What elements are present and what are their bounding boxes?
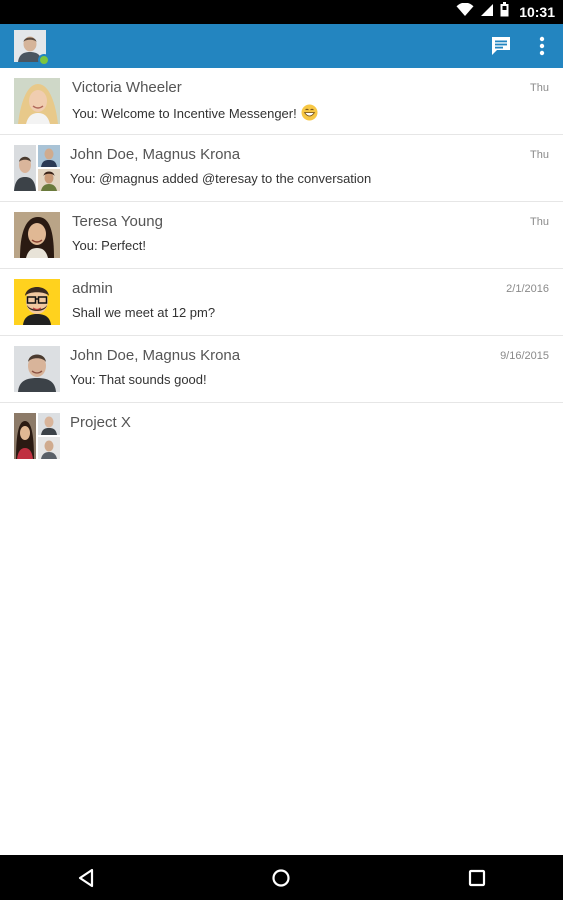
- wifi-icon: [456, 2, 474, 22]
- conversation-item[interactable]: Project X: [0, 403, 563, 470]
- presence-indicator: [38, 54, 50, 66]
- contact-avatar: [14, 212, 60, 258]
- recents-icon: [468, 869, 486, 887]
- conversation-preview: You: Welcome to Incentive Messenger!: [72, 104, 318, 121]
- contact-avatar: [14, 346, 60, 392]
- home-button[interactable]: [268, 865, 294, 891]
- avatar-photo-icon: [14, 346, 60, 392]
- conversation-title: Victoria Wheeler: [72, 79, 182, 96]
- conversation-date: Thu: [530, 149, 549, 161]
- conversation-preview: You: Perfect!: [72, 238, 146, 253]
- conversation-preview: Shall we meet at 12 pm?: [72, 305, 216, 320]
- group-avatar-icon: [14, 145, 60, 191]
- conversation-item[interactable]: Teresa Young You: Perfect! Thu: [0, 202, 563, 269]
- conversation-title: John Doe, Magnus Krona: [70, 146, 241, 163]
- clock: 10:31: [519, 4, 555, 20]
- conversation-preview: You: @magnus added @teresay to the conve…: [70, 171, 372, 186]
- status-bar: 10:31: [0, 0, 563, 24]
- status-icons: 10:31: [456, 0, 555, 24]
- group-avatar-icon: [14, 413, 60, 459]
- recents-button[interactable]: [464, 865, 490, 891]
- conversation-title: admin: [72, 280, 113, 297]
- battery-icon: [500, 2, 509, 22]
- group-avatar: [14, 145, 60, 191]
- conversation-preview: You: That sounds good!: [70, 372, 207, 387]
- compose-button[interactable]: [487, 32, 515, 60]
- contact-avatar: [14, 279, 60, 325]
- app-bar: [0, 24, 563, 68]
- conversation-item[interactable]: admin Shall we meet at 12 pm? 2/1/2016: [0, 269, 563, 336]
- avatar-photo-icon: [14, 212, 60, 258]
- conversation-list: Victoria Wheeler You: Welcome to Incenti…: [0, 68, 563, 470]
- conversation-item[interactable]: John Doe, Magnus Krona You: That sounds …: [0, 336, 563, 403]
- group-avatar: [14, 413, 60, 459]
- conversation-date: 9/16/2015: [500, 350, 549, 362]
- conversation-item[interactable]: John Doe, Magnus Krona You: @magnus adde…: [0, 135, 563, 202]
- overflow-menu-button[interactable]: [528, 32, 556, 60]
- home-icon: [272, 869, 290, 887]
- cartoon-avatar-icon: [14, 279, 60, 325]
- conversation-title: Project X: [70, 414, 131, 431]
- system-navigation-bar: [0, 855, 563, 900]
- more-vert-icon: [539, 36, 545, 56]
- conversation-title: John Doe, Magnus Krona: [70, 347, 241, 364]
- conversation-date: 2/1/2016: [506, 283, 549, 295]
- conversation-title: Teresa Young: [72, 213, 163, 230]
- conversation-date: Thu: [530, 82, 549, 94]
- cell-signal-icon: [480, 3, 494, 22]
- back-icon: [78, 868, 94, 888]
- conversation-date: Thu: [530, 216, 549, 228]
- back-button[interactable]: [73, 865, 99, 891]
- grinning-face-emoji-icon: [301, 104, 318, 121]
- avatar-photo-icon: [14, 78, 60, 124]
- contact-avatar: [14, 78, 60, 124]
- compose-message-icon: [492, 37, 510, 55]
- conversation-item[interactable]: Victoria Wheeler You: Welcome to Incenti…: [0, 68, 563, 135]
